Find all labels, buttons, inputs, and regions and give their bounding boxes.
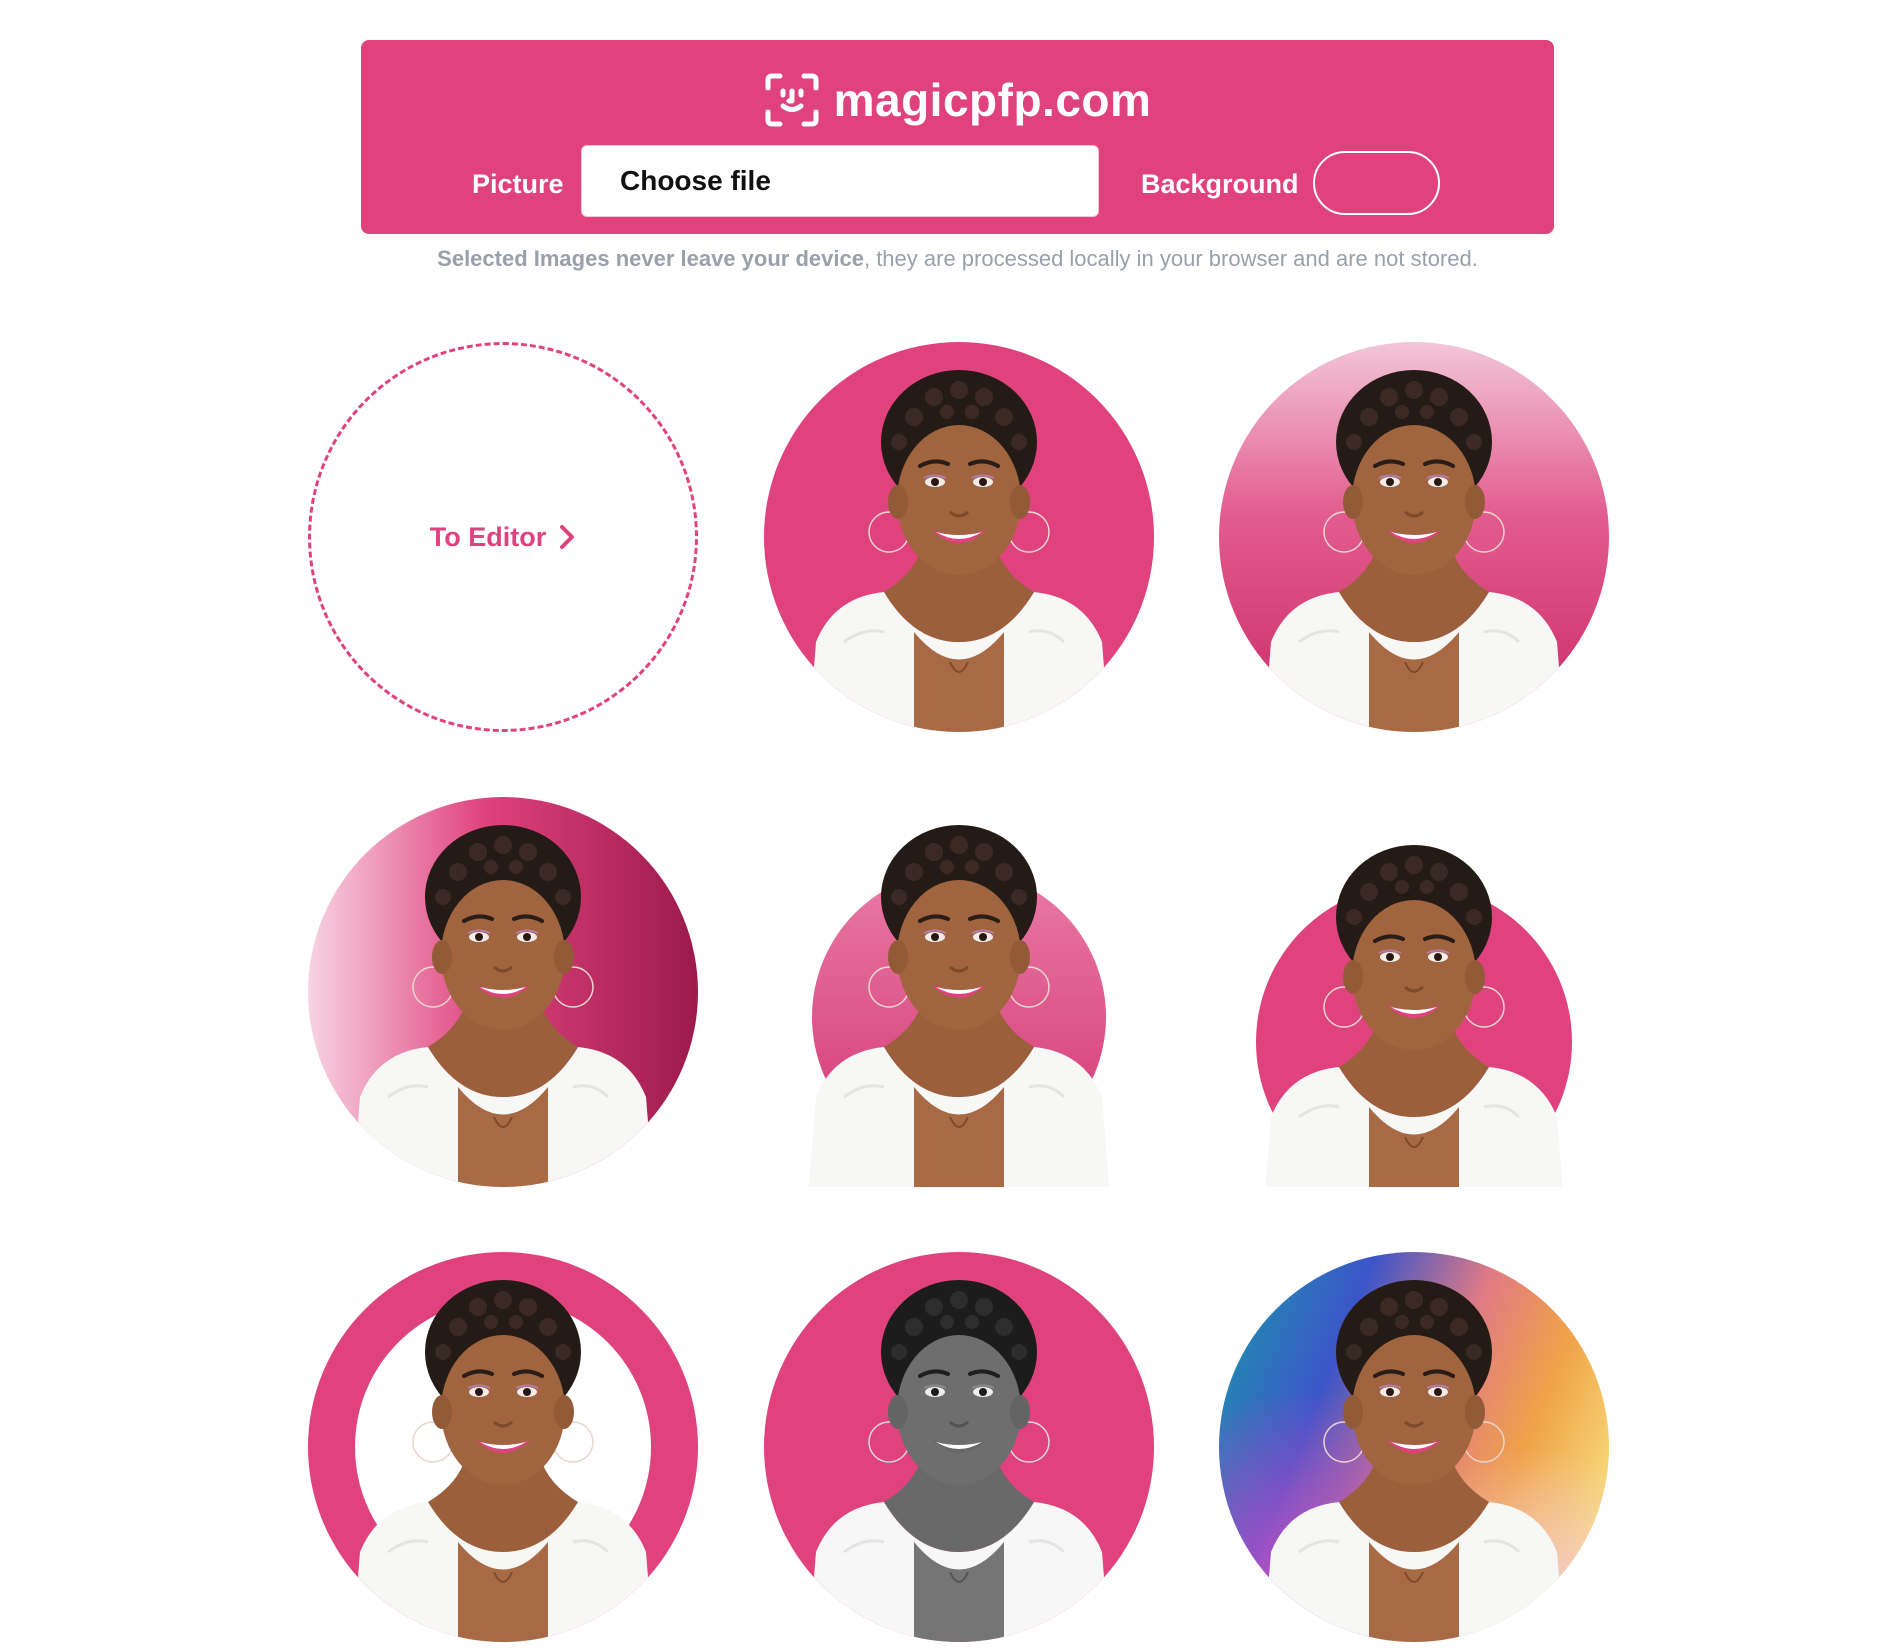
upload-controls: Picture Choose file Background	[361, 143, 1554, 223]
privacy-notice-rest: , they are processed locally in your bro…	[863, 246, 1478, 271]
background-label: Background	[1141, 169, 1299, 199]
header-bar: magicpfp.com Picture Choose file Backgro…	[361, 40, 1554, 234]
brand[interactable]: magicpfp.com	[361, 64, 1554, 136]
preview-pop-out-gradient[interactable]	[764, 797, 1154, 1187]
choose-file-input[interactable]: Choose file	[581, 145, 1099, 217]
choose-file-label: Choose file	[620, 165, 771, 196]
preview-ring-border[interactable]	[308, 1252, 698, 1642]
preview-solid-circle[interactable]	[764, 342, 1154, 732]
brand-name: magicpfp.com	[833, 74, 1152, 126]
preview-vertical-gradient[interactable]	[1219, 342, 1609, 732]
to-editor-label: To Editor	[429, 521, 547, 552]
to-editor-button[interactable]: To Editor	[308, 342, 698, 732]
picture-label: Picture	[472, 169, 564, 199]
background-color-picker[interactable]	[1313, 151, 1440, 215]
preview-pop-out-circle[interactable]	[1219, 797, 1609, 1187]
privacy-notice-bold: Selected Images never leave your device	[437, 246, 864, 271]
face-scan-icon	[765, 73, 819, 127]
chevron-right-icon	[560, 525, 575, 549]
preview-rainbow-gradient[interactable]	[1219, 1252, 1609, 1642]
privacy-notice: Selected Images never leave your device,…	[361, 246, 1554, 272]
preview-horizontal-gradient[interactable]	[308, 797, 698, 1187]
preview-grayscale[interactable]	[764, 1252, 1154, 1642]
